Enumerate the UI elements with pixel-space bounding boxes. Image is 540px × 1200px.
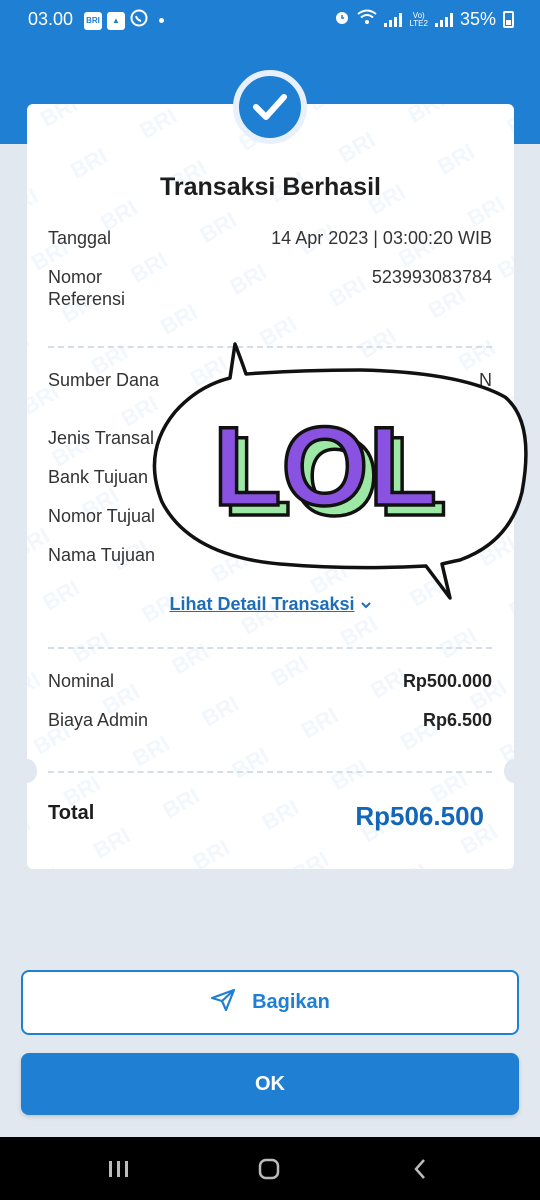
lol-sticker: LOL LOL <box>152 342 528 600</box>
nominal-label: Nominal <box>48 671 115 691</box>
destination-name-label: Nama Tujuan <box>48 545 156 565</box>
gallery-icon: ▲ <box>107 11 125 30</box>
wifi-icon <box>357 9 378 30</box>
more-notifications-dot <box>159 18 164 23</box>
receipt-notch-left <box>17 759 37 783</box>
recent-apps-button[interactable] <box>78 1137 158 1200</box>
system-nav-bar <box>0 1137 540 1200</box>
recent-apps-icon <box>109 1160 128 1177</box>
transaction-type-label: Jenis Transal <box>48 428 155 448</box>
whatsapp-icon <box>130 9 148 32</box>
lol-letters: LOL LOL <box>211 402 448 541</box>
destination-bank-label: Bank Tujuan <box>48 467 149 487</box>
ok-button-label[interactable]: OK <box>255 1073 285 1096</box>
ok-button[interactable]: OK <box>21 1053 519 1115</box>
status-bar: 03.00 BRI ▲ Vo) LTE2 35% <box>0 0 540 40</box>
share-button-label[interactable]: Bagikan <box>252 991 330 1014</box>
page-title: Transaksi Berhasil <box>160 173 381 201</box>
home-button[interactable] <box>229 1137 309 1200</box>
nominal-value: Rp500.000 <box>402 671 492 691</box>
admin-fee-value: Rp6.500 <box>422 710 492 730</box>
status-time: 03.00 <box>28 9 74 29</box>
signal-icon-2 <box>434 12 453 27</box>
back-button[interactable] <box>380 1137 460 1200</box>
reference-label: Nomor Referensi <box>48 267 126 309</box>
receipt-notch-right <box>504 759 524 783</box>
admin-fee-label: Biaya Admin <box>48 710 149 730</box>
send-icon <box>210 988 236 1018</box>
destination-number-label: Nomor Tujual <box>48 506 156 526</box>
signal-icon <box>384 12 403 27</box>
success-check-icon <box>233 70 307 144</box>
volte-icon: Vo) LTE2 <box>409 10 428 28</box>
share-button[interactable]: Bagikan <box>21 970 519 1035</box>
reference-value: 523993083784 <box>371 267 492 287</box>
brimo-icon: BRI <box>84 11 102 30</box>
battery-percent: 35% <box>459 9 496 29</box>
alarm-icon <box>334 9 350 30</box>
home-icon <box>258 1158 280 1179</box>
date-label: Tanggal <box>48 228 112 248</box>
divider <box>48 647 492 649</box>
svg-text:LOL: LOL <box>213 404 437 529</box>
source-label: Sumber Dana <box>48 370 160 390</box>
notification-icons: BRI ▲ <box>84 9 164 32</box>
divider <box>48 771 492 773</box>
date-value: 14 Apr 2023 | 03:00:20 WIB <box>271 228 492 248</box>
system-icons: Vo) LTE2 35% <box>334 9 514 30</box>
battery-icon <box>503 11 514 28</box>
back-icon <box>414 1158 425 1179</box>
total-label: Total <box>48 802 95 824</box>
total-value: Rp506.500 <box>355 801 484 831</box>
